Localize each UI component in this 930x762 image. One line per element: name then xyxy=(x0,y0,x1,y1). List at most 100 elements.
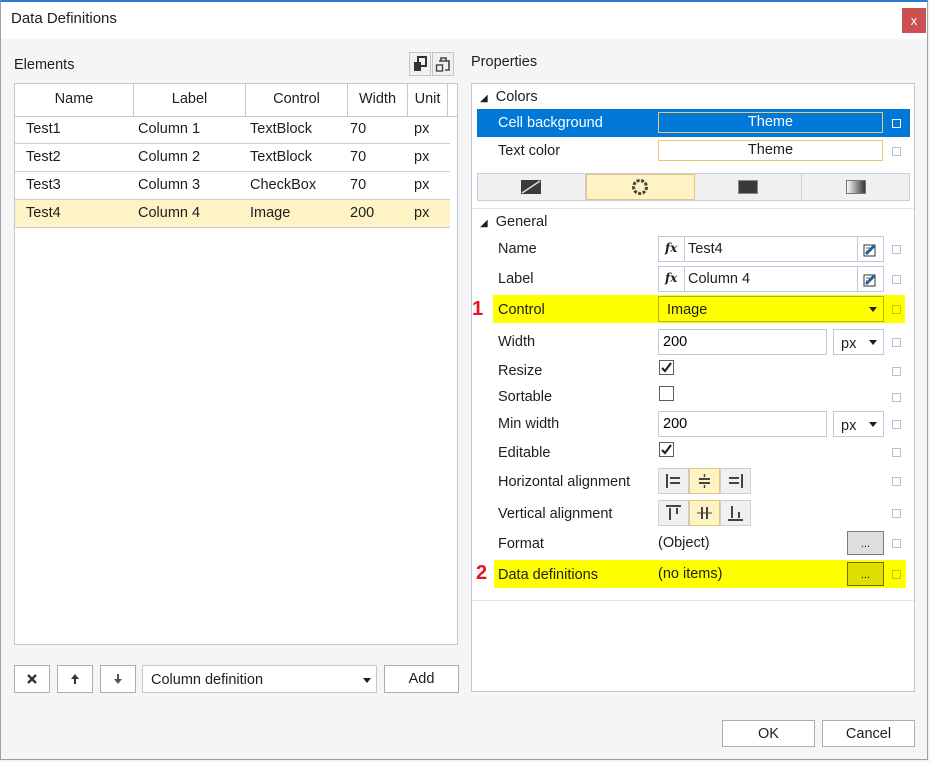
cell-unit: px xyxy=(414,121,430,137)
chevron-down-icon xyxy=(869,422,877,427)
column-header-name[interactable]: Name xyxy=(15,84,134,116)
format-label: Format xyxy=(498,536,544,552)
vertical-alignment-group xyxy=(658,500,751,526)
colors-category[interactable]: ◢ Colors xyxy=(480,89,538,105)
cancel-button[interactable]: Cancel xyxy=(822,720,915,747)
reset-checkbox[interactable] xyxy=(892,509,901,518)
align-left-icon xyxy=(666,474,680,488)
align-right-button[interactable] xyxy=(720,468,751,494)
cell-label: Column 3 xyxy=(138,177,201,193)
edit-icon[interactable] xyxy=(863,242,878,257)
element-type-select[interactable]: Column definition xyxy=(142,665,377,693)
reset-checkbox[interactable] xyxy=(892,393,901,402)
horizontal-alignment-group xyxy=(658,468,751,494)
cell-control: TextBlock xyxy=(250,121,313,137)
reset-checkbox[interactable] xyxy=(892,367,901,376)
sortable-label: Sortable xyxy=(498,389,553,405)
arrow-up-icon xyxy=(71,674,79,684)
format-edit-button[interactable]: ... xyxy=(847,531,884,555)
cell-width: 200 xyxy=(350,205,375,221)
valign-bottom-button[interactable] xyxy=(720,500,751,526)
reset-checkbox[interactable] xyxy=(892,448,901,457)
text-color-value[interactable]: Theme xyxy=(658,140,883,161)
colors-header: Colors xyxy=(495,89,538,105)
copy-icon xyxy=(414,56,427,71)
label-label: Label xyxy=(498,271,534,287)
column-header-unit[interactable]: Unit xyxy=(408,84,448,116)
name-value: Test4 xyxy=(688,241,723,257)
table-row[interactable]: Test1 Column 1 TextBlock 70 px xyxy=(15,116,450,144)
width-unit-value: px xyxy=(841,336,857,352)
cell-width: 70 xyxy=(350,149,367,165)
cell-name: Test3 xyxy=(26,177,61,193)
data-definitions-label: Data definitions xyxy=(498,567,598,583)
fill-mode-selector xyxy=(477,173,910,201)
vertical-alignment-label: Vertical alignment xyxy=(498,506,613,522)
column-header-control[interactable]: Control xyxy=(246,84,348,116)
annotation-marker-1: 1 xyxy=(472,298,484,320)
fill-mode-gradient[interactable] xyxy=(802,174,909,200)
solid-fill-icon xyxy=(737,180,758,194)
table-row-selected[interactable]: Test4 Column 4 Image 200 px xyxy=(15,200,450,228)
resize-checkbox[interactable] xyxy=(659,360,674,375)
reset-checkbox[interactable] xyxy=(892,305,901,314)
close-button[interactable]: x xyxy=(902,8,926,33)
width-unit-select[interactable]: px xyxy=(833,329,884,355)
fill-mode-solid[interactable] xyxy=(695,174,803,200)
valign-center-icon xyxy=(697,507,712,519)
title-bar xyxy=(1,2,927,39)
data-definitions-edit-button[interactable]: ... xyxy=(847,562,884,586)
reset-checkbox[interactable] xyxy=(892,477,901,486)
reset-checkbox[interactable] xyxy=(892,338,901,347)
chevron-down-icon xyxy=(869,307,877,312)
copy-button[interactable] xyxy=(409,52,431,76)
ok-button[interactable]: OK xyxy=(722,720,815,747)
column-header-width[interactable]: Width xyxy=(348,84,408,116)
delete-button[interactable] xyxy=(14,665,50,693)
valign-top-button[interactable] xyxy=(658,500,689,526)
label-field[interactable]: fx Column 4 xyxy=(658,266,884,292)
edit-icon[interactable] xyxy=(863,272,878,287)
min-width-input[interactable] xyxy=(658,411,827,437)
cell-control: TextBlock xyxy=(250,149,313,165)
general-header: General xyxy=(495,214,548,230)
checkmark-icon xyxy=(661,444,672,455)
grid-header: Name Label Control Width Unit xyxy=(15,84,457,117)
cell-control: Image xyxy=(250,205,291,221)
width-input[interactable] xyxy=(658,329,827,355)
reset-checkbox[interactable] xyxy=(892,570,901,579)
table-row[interactable]: Test2 Column 2 TextBlock 70 px xyxy=(15,144,450,172)
chevron-down-icon xyxy=(363,678,371,683)
paste-button[interactable] xyxy=(432,52,454,76)
table-row[interactable]: Test3 Column 3 CheckBox 70 px xyxy=(15,172,450,200)
cell-label: Column 4 xyxy=(138,205,201,221)
move-up-button[interactable] xyxy=(57,665,93,693)
reset-checkbox[interactable] xyxy=(892,539,901,548)
reset-checkbox[interactable] xyxy=(892,147,901,156)
reset-checkbox[interactable] xyxy=(892,119,901,128)
editable-checkbox[interactable] xyxy=(659,442,674,457)
sortable-checkbox[interactable] xyxy=(659,386,674,401)
name-field[interactable]: fx Test4 xyxy=(658,236,884,262)
general-category[interactable]: ◢ General xyxy=(480,214,547,230)
cell-background-value[interactable]: Theme xyxy=(658,112,883,133)
reset-checkbox[interactable] xyxy=(892,245,901,254)
fill-mode-none[interactable] xyxy=(478,174,586,200)
valign-center-button[interactable] xyxy=(689,500,720,526)
cell-unit: px xyxy=(414,149,430,165)
align-center-button[interactable] xyxy=(689,468,720,494)
column-header-label[interactable]: Label xyxy=(134,84,246,116)
gradient-fill-icon xyxy=(845,180,866,194)
reset-checkbox[interactable] xyxy=(892,420,901,429)
add-button[interactable]: Add xyxy=(384,665,459,693)
align-left-button[interactable] xyxy=(658,468,689,494)
formula-icon: fx xyxy=(665,241,678,255)
reset-checkbox[interactable] xyxy=(892,275,901,284)
move-down-button[interactable] xyxy=(100,665,136,693)
collapse-icon: ◢ xyxy=(480,218,488,229)
fill-mode-theme[interactable] xyxy=(585,174,695,200)
control-label: Control xyxy=(498,302,545,318)
control-select[interactable]: Image xyxy=(658,296,884,322)
min-width-unit-select[interactable]: px xyxy=(833,411,884,437)
cell-width: 70 xyxy=(350,177,367,193)
